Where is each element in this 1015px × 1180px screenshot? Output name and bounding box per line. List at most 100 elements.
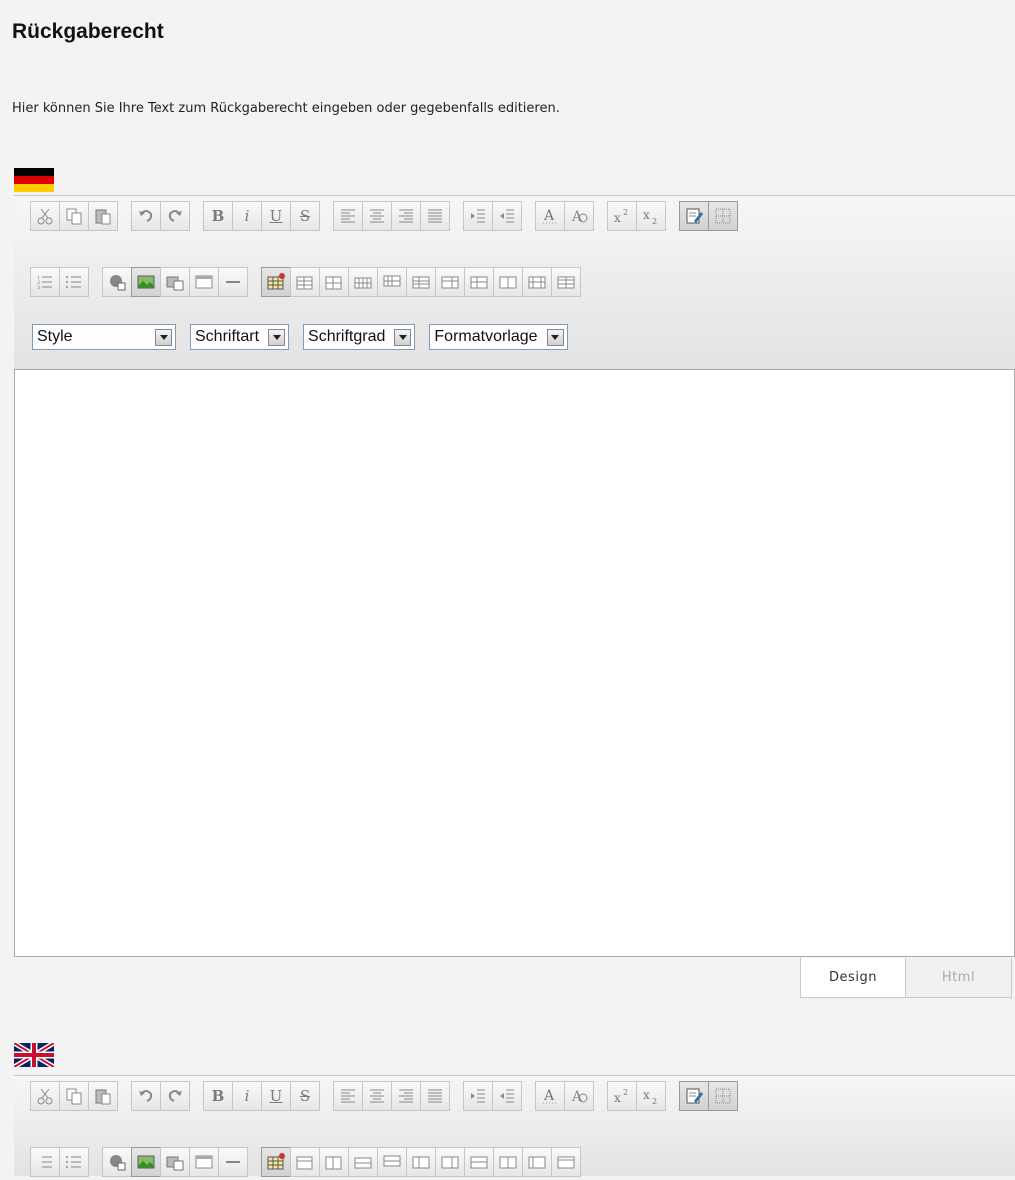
svg-text:A: A <box>543 1088 555 1104</box>
copy-icon[interactable] <box>59 1081 89 1111</box>
bold-button[interactable]: B <box>203 201 233 231</box>
insert-column-right-icon[interactable] <box>435 1147 465 1177</box>
svg-text:x: x <box>643 1088 650 1102</box>
insert-link-icon[interactable] <box>102 1147 132 1177</box>
align-right-icon[interactable] <box>391 201 421 231</box>
font-dropdown-value: Schriftart <box>195 328 260 345</box>
insert-row-below-icon[interactable] <box>377 1147 407 1177</box>
delete-row-icon[interactable] <box>464 1147 494 1177</box>
copy-icon[interactable] <box>59 201 89 231</box>
bold-button[interactable]: B <box>203 1081 233 1111</box>
insert-column-right-icon[interactable] <box>435 267 465 297</box>
insert-table-icon[interactable] <box>261 1147 291 1177</box>
cut-icon[interactable] <box>30 1081 60 1111</box>
insert-row-above-icon[interactable] <box>348 1147 378 1177</box>
indent-icon[interactable] <box>463 1081 493 1111</box>
table-properties-icon[interactable] <box>290 1147 320 1177</box>
redo-icon[interactable] <box>160 201 190 231</box>
insert-image-icon[interactable] <box>131 267 161 297</box>
chevron-down-icon[interactable] <box>546 328 564 346</box>
insert-table-icon[interactable] <box>261 267 291 297</box>
delete-column-icon[interactable] <box>493 267 523 297</box>
ordered-list-icon[interactable]: 123 <box>30 267 60 297</box>
horizontal-rule-icon[interactable] <box>218 267 248 297</box>
editor-mode-tabs: Design Html <box>800 958 1012 998</box>
redo-icon[interactable] <box>160 1081 190 1111</box>
ordered-list-icon[interactable] <box>30 1147 60 1177</box>
insert-row-below-icon[interactable] <box>377 267 407 297</box>
table-properties-icon[interactable] <box>290 267 320 297</box>
editor-content-area-de[interactable] <box>14 369 1015 957</box>
superscript-icon[interactable]: x2 <box>607 201 637 231</box>
font-color-icon[interactable]: A <box>535 1081 565 1111</box>
merge-cells-icon[interactable] <box>522 267 552 297</box>
edit-document-icon[interactable] <box>679 201 709 231</box>
italic-button[interactable]: i <box>232 1081 262 1111</box>
highlight-color-icon[interactable]: A <box>564 1081 594 1111</box>
highlight-color-icon[interactable]: A <box>564 201 594 231</box>
paste-icon[interactable] <box>88 1081 118 1111</box>
chevron-down-icon[interactable] <box>155 328 172 346</box>
unordered-list-icon[interactable] <box>59 267 89 297</box>
font-dropdown[interactable]: Schriftart <box>190 324 290 350</box>
show-borders-icon[interactable] <box>708 1081 738 1111</box>
split-cells-icon[interactable] <box>551 1147 581 1177</box>
delete-row-icon[interactable] <box>464 267 494 297</box>
insert-template-icon[interactable] <box>189 267 219 297</box>
superscript-icon[interactable]: x2 <box>607 1081 637 1111</box>
chevron-down-icon[interactable] <box>268 328 286 346</box>
insert-row-above-icon[interactable] <box>348 267 378 297</box>
insert-column-left-icon[interactable] <box>406 267 436 297</box>
unordered-list-icon[interactable] <box>59 1147 89 1177</box>
outdent-icon[interactable] <box>492 201 522 231</box>
delete-column-icon[interactable] <box>493 1147 523 1177</box>
insert-column-left-icon[interactable] <box>406 1147 436 1177</box>
italic-button[interactable]: i <box>232 201 262 231</box>
insert-template-icon[interactable] <box>189 1147 219 1177</box>
insert-link-icon[interactable] <box>102 267 132 297</box>
html-tab[interactable]: Html <box>906 958 1012 998</box>
undo-icon[interactable] <box>131 201 161 231</box>
cell-properties-icon[interactable] <box>319 267 349 297</box>
align-right-icon[interactable] <box>391 1081 421 1111</box>
format-dropdown-value: Formatvorlage <box>434 328 538 345</box>
indent-icon[interactable] <box>463 201 493 231</box>
align-left-icon[interactable] <box>333 201 363 231</box>
underline-button[interactable]: U <box>261 201 291 231</box>
underline-button[interactable]: U <box>261 1081 291 1111</box>
chevron-down-icon[interactable] <box>394 328 412 346</box>
paste-icon[interactable] <box>88 201 118 231</box>
align-left-icon[interactable] <box>333 1081 363 1111</box>
show-borders-icon[interactable] <box>708 201 738 231</box>
svg-text:x: x <box>614 211 621 225</box>
svg-text:2: 2 <box>652 1097 657 1106</box>
outdent-icon[interactable] <box>492 1081 522 1111</box>
format-dropdown[interactable]: Formatvorlage <box>429 324 568 350</box>
strikethrough-button[interactable]: S <box>290 201 320 231</box>
justify-icon[interactable] <box>420 1081 450 1111</box>
split-cells-icon[interactable] <box>551 267 581 297</box>
subscript-icon[interactable]: x2 <box>636 1081 666 1111</box>
strikethrough-button[interactable]: S <box>290 1081 320 1111</box>
insert-image-icon[interactable] <box>131 1147 161 1177</box>
subscript-icon[interactable]: x2 <box>636 201 666 231</box>
cell-properties-icon[interactable] <box>319 1147 349 1177</box>
font-color-icon[interactable]: A <box>535 201 565 231</box>
insert-media-icon[interactable] <box>160 267 190 297</box>
svg-text:2: 2 <box>623 208 628 217</box>
horizontal-rule-icon[interactable] <box>218 1147 248 1177</box>
design-tab[interactable]: Design <box>800 958 906 998</box>
align-center-icon[interactable] <box>362 1081 392 1111</box>
edit-document-icon[interactable] <box>679 1081 709 1111</box>
style-dropdown[interactable]: Style <box>32 324 176 350</box>
svg-text:3: 3 <box>37 285 40 291</box>
toolbar-row-formatting-en: B i U S A A x2 x2 <box>14 1078 751 1114</box>
font-size-dropdown[interactable]: Schriftgrad <box>303 324 416 350</box>
cut-icon[interactable] <box>30 201 60 231</box>
insert-media-icon[interactable] <box>160 1147 190 1177</box>
justify-icon[interactable] <box>420 201 450 231</box>
undo-icon[interactable] <box>131 1081 161 1111</box>
align-center-icon[interactable] <box>362 201 392 231</box>
merge-cells-icon[interactable] <box>522 1147 552 1177</box>
page-title: Rückgaberecht <box>12 20 164 43</box>
